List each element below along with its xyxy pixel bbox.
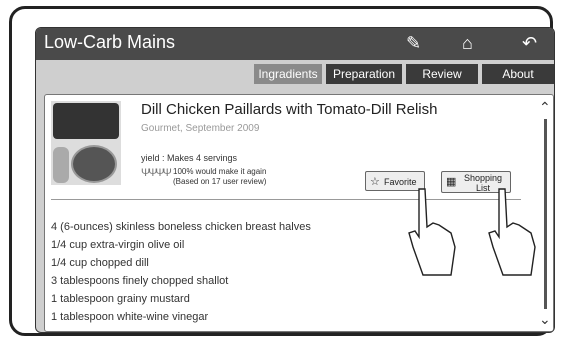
scroll-down-chevron-icon[interactable]: ⌄ xyxy=(539,311,551,328)
pointing-hand-icon xyxy=(488,188,536,276)
app-title: Low-Carb Mains xyxy=(44,32,176,52)
star-icon: ☆ xyxy=(370,176,380,188)
scroll-up-chevron-icon[interactable]: ⌃ xyxy=(539,99,551,116)
fork-rating-icon: ΨΨΨΨ xyxy=(141,167,172,179)
photo-herb xyxy=(53,147,69,183)
ingredient-item: 3 tablespoons finely chopped shallot xyxy=(51,275,229,287)
ingredient-item: 4 (6-ounces) skinless boneless chicken b… xyxy=(51,221,311,233)
app-screen: Low-Carb Mains ✎ ⌂ ↶ Ingradients Prepara… xyxy=(35,27,555,333)
recipe-card: Dill Chicken Paillards with Tomato-Dill … xyxy=(44,94,554,332)
tab-review[interactable]: Review xyxy=(406,64,478,84)
shopping-label-line-1: Shopping xyxy=(464,173,503,183)
recipe-yield: yield : Makes 4 servings xyxy=(141,153,238,163)
tab-preparation[interactable]: Preparation xyxy=(326,64,402,84)
recipe-photo xyxy=(51,101,121,185)
favorite-label: Favorite xyxy=(384,177,417,187)
rating-line-1: 100% would make it again xyxy=(173,167,267,176)
photo-dish xyxy=(71,145,117,183)
recipe-title: Dill Chicken Paillards with Tomato-Dill … xyxy=(141,101,438,118)
photo-plate xyxy=(53,103,119,139)
tab-bar: Ingradients Preparation Review About xyxy=(36,62,554,84)
rating-text: 100% would make it again (Based on 17 us… xyxy=(173,167,266,187)
bookmark-icon[interactable]: ✎ xyxy=(406,32,421,54)
home-icon[interactable]: ⌂ xyxy=(462,32,473,54)
pointing-hand-icon xyxy=(408,188,456,276)
ingredient-item: 1/4 cup extra-virgin olive oil xyxy=(51,239,185,251)
tab-ingredients[interactable]: Ingradients xyxy=(254,64,322,84)
ingredient-item: 1/4 cup chopped dill xyxy=(51,257,149,269)
rating-line-2: (Based on 17 user review) xyxy=(173,177,267,186)
tab-about[interactable]: About xyxy=(482,64,554,84)
back-icon[interactable]: ↶ xyxy=(522,32,537,54)
ingredient-item: 1 tablespoon grainy mustard xyxy=(51,293,190,305)
ingredient-item: 1 tablespoon white-wine vinegar xyxy=(51,311,209,323)
tablet-frame: Low-Carb Mains ✎ ⌂ ↶ Ingradients Prepara… xyxy=(9,6,555,336)
title-bar: Low-Carb Mains ✎ ⌂ ↶ xyxy=(36,28,554,60)
recipe-source: Gourmet, September 2009 xyxy=(141,123,260,134)
